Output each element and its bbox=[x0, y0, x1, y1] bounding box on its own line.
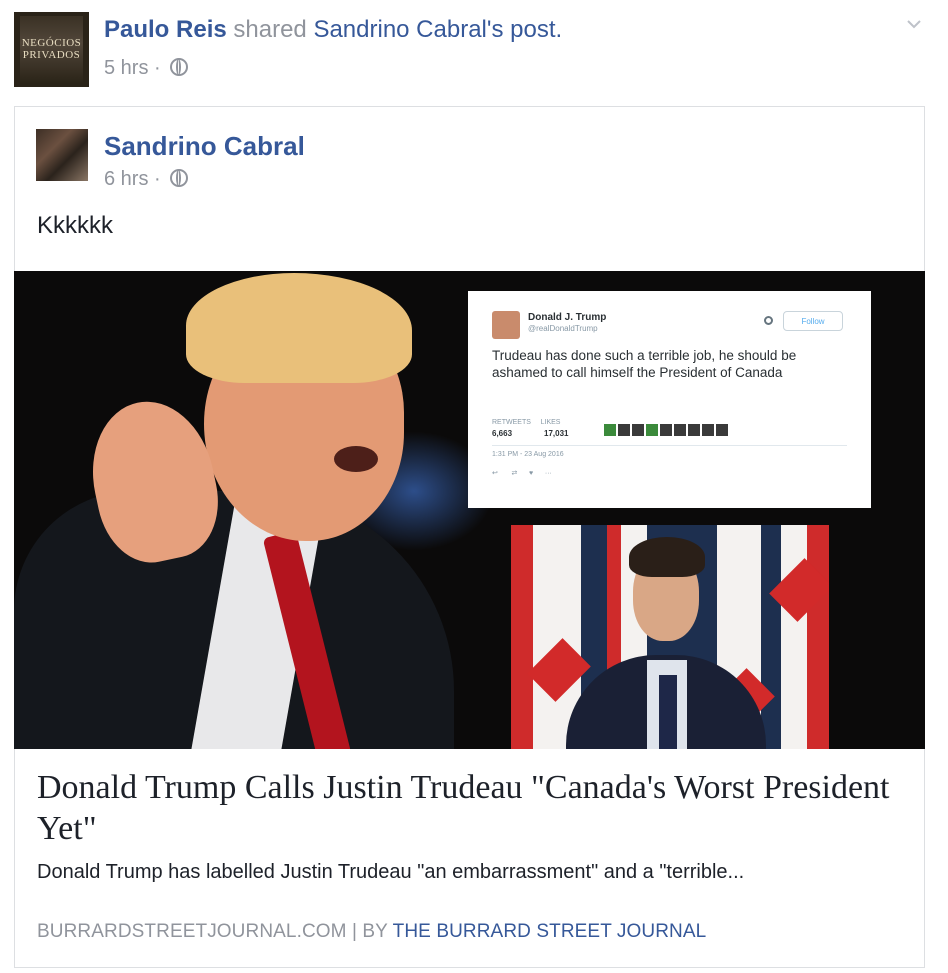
byline-link[interactable]: THE BURRARD STREET JOURNAL bbox=[393, 921, 707, 942]
timestamp-separator: · bbox=[148, 168, 167, 190]
author-name-link[interactable]: Sandrino Cabral bbox=[104, 131, 305, 162]
author-avatar[interactable] bbox=[36, 129, 88, 181]
tweet-actions: ↩ ⇄ ♥ ··· bbox=[492, 469, 552, 477]
source-divider: | bbox=[346, 921, 363, 942]
retweet-icon: ⇄ bbox=[511, 470, 518, 477]
post-link[interactable]: 's post. bbox=[487, 16, 562, 43]
byline-prefix: BY bbox=[362, 921, 393, 942]
post-message: Kkkkkk bbox=[37, 212, 114, 239]
avatar-caption-line1: NEGÓCIOS bbox=[21, 37, 82, 49]
original-author-link[interactable]: Sandrino Cabral bbox=[313, 16, 486, 43]
link-headline[interactable]: Donald Trump Calls Justin Trudeau "Canad… bbox=[37, 767, 897, 849]
trump-mouth bbox=[334, 446, 378, 472]
more-icon: ··· bbox=[544, 470, 552, 477]
share-timestamp-row: 5 hrs · bbox=[104, 57, 189, 80]
likes-label: LIKES bbox=[540, 419, 561, 426]
shared-text: shared bbox=[226, 16, 314, 43]
heart-icon: ♥ bbox=[529, 470, 534, 477]
link-description[interactable]: Donald Trump has labelled Justin Trudeau… bbox=[37, 861, 907, 884]
timestamp-separator: · bbox=[148, 57, 167, 79]
tweet-text: Trudeau has done such a terrible job, he… bbox=[492, 348, 797, 380]
post-timestamp-row: 6 hrs · bbox=[104, 168, 189, 191]
chevron-down-icon[interactable] bbox=[906, 16, 922, 32]
share-header: Paulo Reis shared Sandrino Cabral's post… bbox=[104, 16, 562, 44]
sharer-avatar[interactable]: NEGÓCIOS PRIVADOS bbox=[14, 12, 89, 87]
likes-count: 17,031 bbox=[544, 429, 569, 438]
avatar-caption-line2: PRIVADOS bbox=[22, 49, 81, 61]
sharer-name-link[interactable]: Paulo Reis bbox=[104, 16, 227, 43]
trudeau-photo bbox=[511, 525, 829, 749]
retweets-count: 6,663 bbox=[492, 429, 513, 438]
reply-icon: ↩ bbox=[492, 470, 498, 477]
gear-icon bbox=[764, 316, 773, 325]
globe-icon[interactable] bbox=[170, 169, 189, 187]
tweet-avatar bbox=[492, 311, 520, 339]
tweet-author-handle: @realDonaldTrump bbox=[528, 324, 598, 333]
trudeau-hair bbox=[629, 537, 705, 577]
trudeau-tie bbox=[659, 675, 677, 749]
link-source: BURRARDSTREETJOURNAL.COM | BY THE BURRAR… bbox=[37, 921, 706, 943]
link-preview-image[interactable]: Donald J. Trump @realDonaldTrump Follow … bbox=[14, 271, 925, 749]
link-domain[interactable]: BURRARDSTREETJOURNAL.COM bbox=[37, 921, 347, 942]
tweet-divider bbox=[492, 445, 847, 446]
globe-icon[interactable] bbox=[170, 58, 189, 76]
post-timestamp[interactable]: 6 hrs bbox=[104, 168, 148, 190]
liker-avatars bbox=[604, 424, 728, 436]
tweet-follow-button: Follow bbox=[783, 311, 843, 331]
tweet-date: 1:31 PM - 23 Aug 2016 bbox=[492, 451, 564, 458]
tweet-screenshot: Donald J. Trump @realDonaldTrump Follow … bbox=[468, 291, 871, 508]
tweet-stat-labels: RETWEETS LIKES bbox=[492, 419, 560, 426]
retweets-label: RETWEETS bbox=[492, 419, 531, 426]
tweet-author-name: Donald J. Trump bbox=[528, 312, 607, 323]
share-timestamp[interactable]: 5 hrs bbox=[104, 57, 148, 79]
trump-hair bbox=[186, 273, 412, 383]
